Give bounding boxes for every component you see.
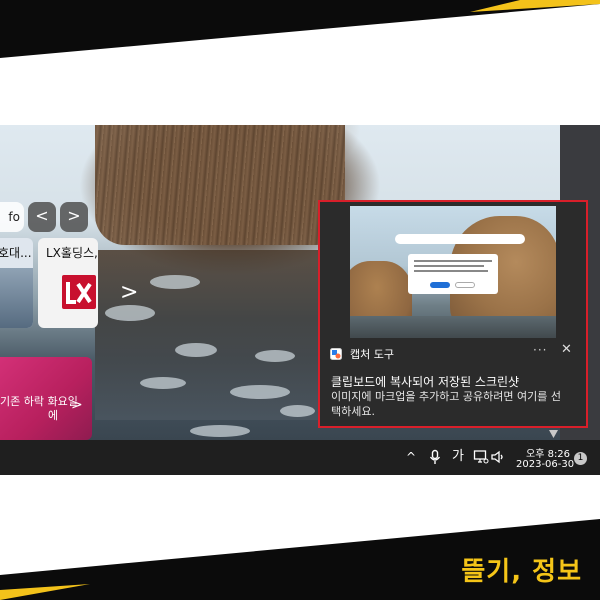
preview-dialog-line	[414, 260, 492, 262]
ime-icon[interactable]: 가	[450, 449, 466, 465]
chevron-up-icon[interactable]: ^	[403, 449, 419, 465]
preview-dialog-line	[414, 270, 488, 272]
news-card-image	[0, 268, 33, 328]
notification-title: 클립보드에 복사되어 저장된 스크린샷	[331, 375, 520, 389]
clock-date[interactable]: 2023-06-30	[516, 459, 574, 470]
weather-card[interactable]: 기존 하락 화요일 에 >	[0, 357, 92, 440]
news-card-title: 호대...	[0, 246, 32, 260]
notification-body-line: 택하세요.	[331, 405, 375, 418]
taskbar: ^ 가 오후 8:26 2023-06-30 1	[0, 440, 600, 475]
clock-time[interactable]: 오후 8:26	[526, 445, 570, 460]
widget-next-button[interactable]: >	[60, 202, 88, 232]
microphone-icon[interactable]	[427, 449, 443, 465]
widget-prev-button[interactable]: <	[28, 202, 56, 232]
water-reflection	[95, 250, 345, 420]
snip-notification[interactable]: 캡처 도구 ··· ✕ 클립보드에 복사되어 저장된 스크린샷 이미지에 마크업…	[318, 200, 588, 428]
weather-card-text: 기존 하락 화요일 에	[0, 395, 78, 423]
weather-card-line: 기존 하락 화요일	[0, 395, 78, 408]
app-name: 캡처 도구	[350, 348, 394, 361]
water-ripple	[140, 377, 186, 389]
water-ripple	[150, 275, 200, 289]
preview-search-bar	[395, 234, 525, 244]
close-icon[interactable]: ✕	[561, 342, 572, 357]
water-ripple	[280, 405, 315, 417]
network-icon[interactable]	[473, 449, 489, 465]
weather-card-line: 에	[48, 409, 59, 422]
lx-logo	[62, 275, 96, 309]
preview-dialog-button	[455, 282, 475, 288]
desktop-screen: > fo < > 호대... LX홀딩스,... 기존 하락 화요일 에 >	[0, 125, 600, 475]
bear-image	[95, 125, 345, 245]
snipping-tool-icon	[330, 348, 342, 360]
chevron-right-icon[interactable]: >	[71, 397, 83, 413]
notification-body-line: 이미지에 마크업을 추가하고 공유하려면 여기를 선	[331, 390, 562, 403]
news-card[interactable]: 호대...	[0, 238, 33, 328]
screenshot-preview[interactable]	[350, 206, 556, 338]
water-ripple	[255, 350, 295, 362]
preview-dialog-button	[430, 282, 450, 288]
preview-dialog	[408, 254, 498, 294]
stock-card[interactable]: LX홀딩스,...	[38, 238, 98, 328]
water-ripple	[230, 385, 290, 399]
volume-icon[interactable]	[490, 449, 506, 465]
notification-body: 이미지에 마크업을 추가하고 공유하려면 여기를 선 택하세요.	[331, 389, 581, 419]
water-ripple	[190, 425, 250, 437]
brand-watermark: 뜰기, 정보	[461, 557, 582, 587]
info-button[interactable]: fo	[0, 202, 24, 232]
wallpaper-next-icon[interactable]: >	[120, 280, 138, 305]
water-ripple	[105, 305, 155, 321]
widget-panel: fo < > 호대... LX홀딩스,... 기존 하락 화요일 에 >	[0, 125, 98, 440]
preview-water	[350, 316, 556, 338]
water-ripple	[175, 343, 217, 357]
notification-count-badge[interactable]: 1	[574, 452, 587, 465]
stock-card-title: LX홀딩스,...	[46, 246, 98, 260]
more-options-icon[interactable]: ···	[533, 343, 547, 357]
preview-dialog-line	[414, 265, 484, 267]
